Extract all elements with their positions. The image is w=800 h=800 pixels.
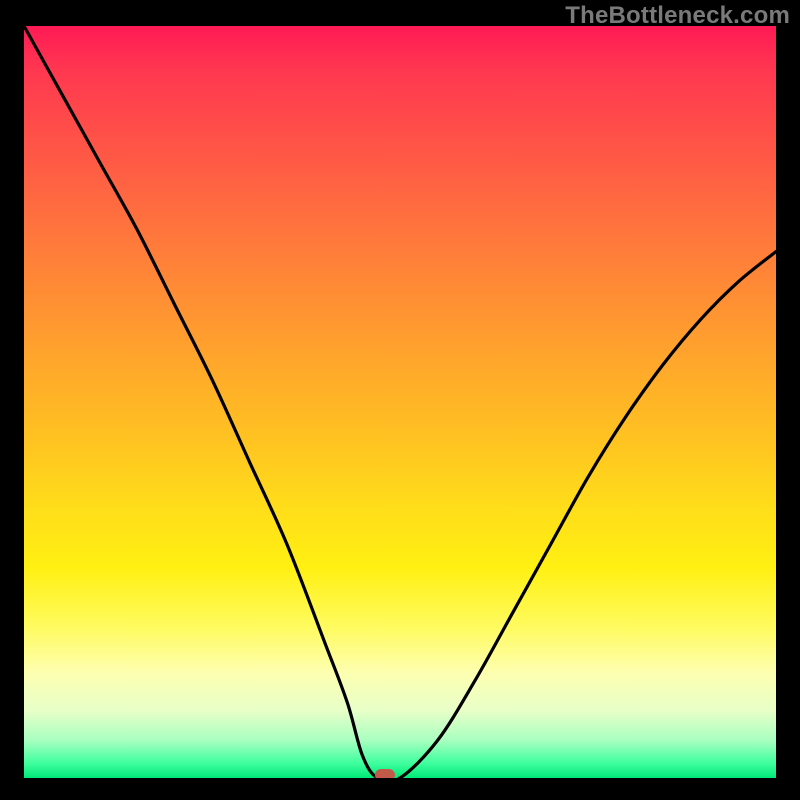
optimum-marker [375,769,395,778]
watermark-text: TheBottleneck.com [565,2,790,30]
chart-frame: TheBottleneck.com [0,0,800,800]
bottleneck-curve [24,26,776,778]
plot-area [24,26,776,778]
curve-path [24,26,776,778]
